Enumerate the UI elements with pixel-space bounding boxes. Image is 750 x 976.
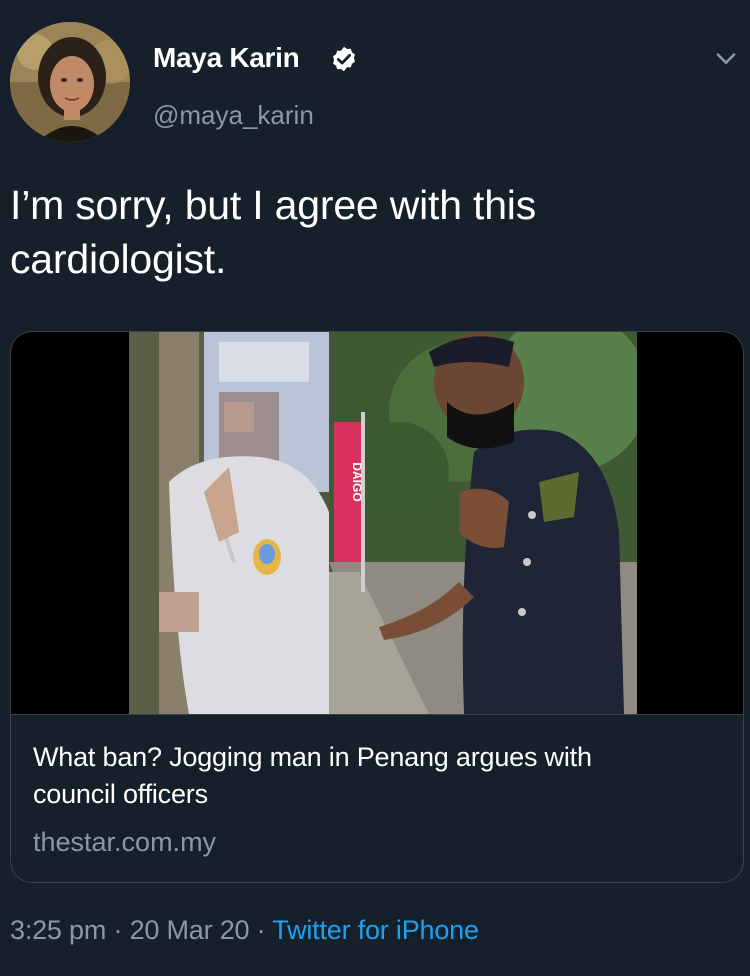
chevron-down-icon[interactable] xyxy=(712,44,740,72)
author-handle[interactable]: @maya_karin xyxy=(153,100,314,131)
meta-separator: · xyxy=(249,915,273,945)
card-video-thumbnail: DAIGO xyxy=(129,332,637,714)
tweet: Maya Karin @maya_karin I’m sorry, but I … xyxy=(0,0,750,976)
avatar[interactable] xyxy=(10,22,130,142)
tweet-time[interactable]: 3:25 pm xyxy=(10,915,106,945)
avatar-photo xyxy=(10,22,130,142)
verified-badge-icon xyxy=(333,46,355,72)
banner-text: DAIGO xyxy=(350,462,364,501)
tweet-source-link[interactable]: Twitter for iPhone xyxy=(272,915,479,945)
card-domain: thestar.com.my xyxy=(33,827,217,857)
tweet-text-line: I’m sorry, but I agree with this xyxy=(10,182,537,228)
meta-separator: · xyxy=(106,915,130,945)
card-title-line: council officers xyxy=(33,779,208,809)
card-media[interactable]: DAIGO xyxy=(11,332,743,714)
card-title[interactable]: What ban? Jogging man in Penang argues w… xyxy=(33,739,723,813)
tweet-text-line: cardiologist. xyxy=(10,236,227,282)
card-title-line: What ban? Jogging man in Penang argues w… xyxy=(33,742,592,772)
tweet-text: I’m sorry, but I agree with this cardiol… xyxy=(10,178,730,286)
author-name[interactable]: Maya Karin xyxy=(153,42,300,74)
tweet-date[interactable]: 20 Mar 20 xyxy=(130,915,250,945)
tweet-meta: 3:25 pm · 20 Mar 20 · Twitter for iPhone xyxy=(10,915,479,946)
card-body[interactable]: What ban? Jogging man in Penang argues w… xyxy=(11,714,743,882)
link-card[interactable]: DAIGO What ban? Jogging man in Penang ar… xyxy=(10,331,744,883)
